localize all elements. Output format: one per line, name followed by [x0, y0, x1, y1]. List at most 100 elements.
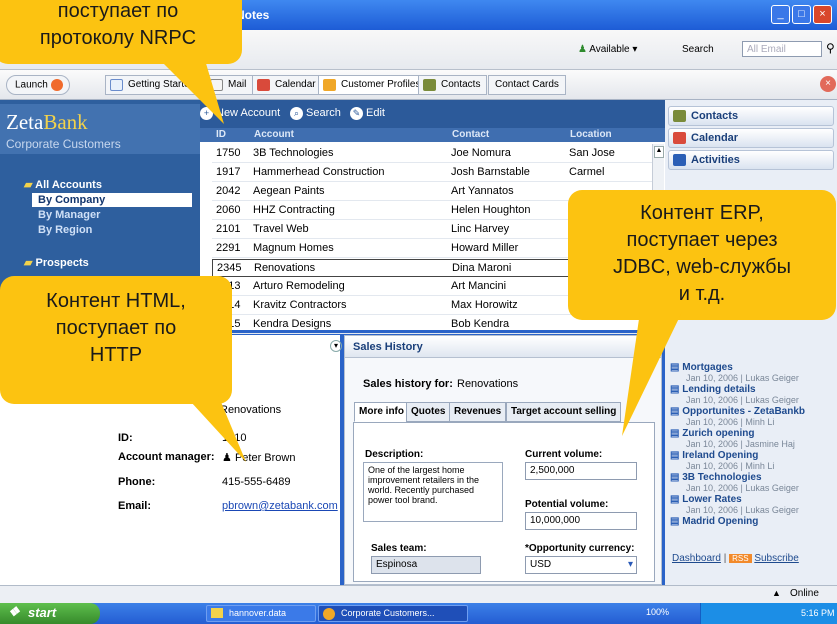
panel-contacts[interactable]: Contacts — [668, 106, 834, 126]
taskbar-item-hannover[interactable]: hannover.data — [206, 605, 316, 622]
brand-subtitle: Corporate Customers — [6, 137, 121, 151]
callout-nrpc: поступает по протоколу NRPC — [0, 0, 242, 64]
launch-icon — [50, 79, 63, 91]
tab-contacts[interactable]: Contacts — [418, 75, 488, 95]
chevron-up-icon[interactable]: ▲ — [772, 588, 781, 598]
email-label: Email: — [118, 500, 152, 512]
start-button[interactable]: ❖ start — [0, 603, 100, 624]
tab-quotes[interactable]: Quotes — [406, 402, 451, 422]
document-icon: ▤ — [670, 516, 683, 527]
potential-volume-field[interactable]: 10,000,000 — [525, 512, 637, 530]
scroll-up-icon[interactable]: ▲ — [654, 146, 664, 158]
nav-all-accounts[interactable]: ▰ All Accounts — [24, 178, 102, 191]
panel-activities[interactable]: Activities — [668, 150, 834, 170]
feed-item-meta: Jan 10, 2006 | Minh Li — [686, 461, 775, 471]
feed-item-meta: Jan 10, 2006 | Jasmine Haj — [686, 439, 795, 449]
feed-item-meta: Jan 10, 2006 | Lukas Geiger — [686, 483, 799, 493]
document-icon: ▤ — [670, 494, 683, 505]
tab-contact-cards[interactable]: Contact Cards — [488, 75, 566, 95]
brand-logo: ZetaBank — [6, 110, 88, 134]
document-icon: ▤ — [670, 472, 683, 483]
grid-search-button[interactable]: ⌕ Search — [290, 107, 341, 120]
online-status[interactable]: Online — [790, 588, 819, 599]
currency-label: *Opportunity currency: — [525, 543, 635, 554]
nav-by-region[interactable]: By Region — [38, 224, 92, 236]
maximize-button[interactable]: □ — [792, 5, 811, 24]
tab-customer-profiles[interactable]: Customer Profiles — [318, 75, 428, 95]
launch-button[interactable]: Launch — [6, 75, 70, 95]
feed-item[interactable]: ▤ Lower Rates — [670, 494, 742, 505]
chevron-down-icon: ▾ — [627, 559, 633, 570]
person-icon: ♟ — [578, 44, 587, 55]
minimize-button[interactable]: _ — [771, 5, 790, 24]
cell-account: Travel Web — [253, 223, 309, 235]
sales-history-title: Sales History — [353, 341, 423, 353]
dashboard-link[interactable]: Dashboard — [672, 553, 721, 564]
panel-calendar[interactable]: Calendar — [668, 128, 834, 148]
profile-icon — [323, 79, 336, 91]
email-link[interactable]: pbrown@zetabank.com — [222, 500, 338, 512]
cell-contact: Howard Miller — [451, 242, 519, 254]
document-icon: ▤ — [670, 450, 683, 461]
table-row[interactable]: 1917 Hammerhead Construction Josh Barnstab… — [212, 164, 652, 182]
search-input[interactable]: All Email — [742, 41, 822, 57]
cell-id: 1917 — [216, 166, 241, 178]
feed-item-meta: Jan 10, 2006 | Minh Li — [686, 417, 775, 427]
col-location[interactable]: Location — [570, 129, 612, 140]
current-volume-label: Current volume: — [525, 449, 603, 460]
feed-item[interactable]: ▤ 3B Technologies — [670, 472, 762, 483]
folder-icon — [211, 608, 223, 618]
folder-icon: ▰ — [24, 257, 33, 269]
notes-icon — [323, 608, 335, 620]
sales-team-field[interactable]: Espinosa — [371, 556, 481, 574]
edit-button[interactable]: ✎ Edit — [350, 107, 385, 120]
tab-more-info[interactable]: More info — [354, 402, 409, 422]
cell-location: San Jose — [569, 147, 615, 159]
collapse-icon[interactable]: ▾ — [330, 340, 342, 352]
cell-id: 2060 — [216, 204, 241, 216]
close-tab-icon[interactable]: × — [820, 76, 836, 92]
nav-by-company[interactable]: By Company — [32, 193, 192, 207]
description-label: Description: — [365, 449, 424, 460]
search-icon[interactable]: ⚲ — [826, 41, 835, 55]
col-account[interactable]: Account — [254, 129, 294, 140]
feed-item[interactable]: ▤ Madrid Opening — [670, 516, 758, 527]
cell-contact: Helen Houghton — [451, 204, 531, 216]
tab-revenues[interactable]: Revenues — [449, 402, 507, 422]
windows-logo-icon: ❖ — [8, 604, 20, 619]
close-button[interactable]: × — [813, 5, 832, 24]
nav-prospects[interactable]: ▰ Prospects — [24, 256, 89, 269]
current-volume-field[interactable]: 2,500,000 — [525, 462, 637, 480]
cell-account: Magnum Homes — [253, 242, 334, 254]
cell-location: Carmel — [569, 166, 605, 178]
description-textarea[interactable]: One of the largest home improvement reta… — [363, 462, 503, 522]
feed-item[interactable]: ▤ Ireland Opening — [670, 450, 758, 461]
cell-account: Kendra Designs — [253, 318, 332, 330]
cell-account: Kravitz Contractors — [253, 299, 347, 311]
contacts-icon — [423, 79, 436, 91]
cell-id: 2291 — [216, 242, 241, 254]
currency-select[interactable]: USD ▾ — [525, 556, 637, 574]
feed-item[interactable]: ▤ Opportunites - ZetaBankb — [670, 406, 805, 417]
table-row[interactable]: 1750 3B Technologies Joe Nomura San Jose — [212, 145, 652, 163]
edit-icon: ✎ — [350, 107, 363, 120]
calendar-icon — [673, 132, 686, 144]
col-id[interactable]: ID — [216, 129, 226, 140]
callout-erp: Контент ERP, поступает через JDBC, web-с… — [568, 190, 836, 320]
id-label: ID: — [118, 432, 133, 444]
contacts-icon — [673, 110, 686, 122]
cell-contact: Bob Kendra — [451, 318, 510, 330]
activities-icon — [673, 154, 686, 166]
subscribe-link[interactable]: Subscribe — [754, 553, 798, 564]
panel-footer: Dashboard | RSS Subscribe — [672, 553, 799, 564]
nav-by-manager[interactable]: By Manager — [38, 209, 100, 221]
taskbar-item-corporate[interactable]: Corporate Customers... — [318, 605, 468, 622]
system-tray: 5:16 PM — [700, 603, 837, 624]
status-availability[interactable]: ♟ Available ▾ — [578, 44, 637, 55]
grid-header: ID Account Contact Location — [200, 128, 665, 142]
tab-calendar[interactable]: Calendar — [252, 75, 323, 95]
home-icon — [110, 79, 123, 91]
col-contact[interactable]: Contact — [452, 129, 489, 140]
sales-for-label: Sales history for: — [363, 378, 453, 390]
feed-item-meta: Jan 10, 2006 | Lukas Geiger — [686, 505, 799, 515]
